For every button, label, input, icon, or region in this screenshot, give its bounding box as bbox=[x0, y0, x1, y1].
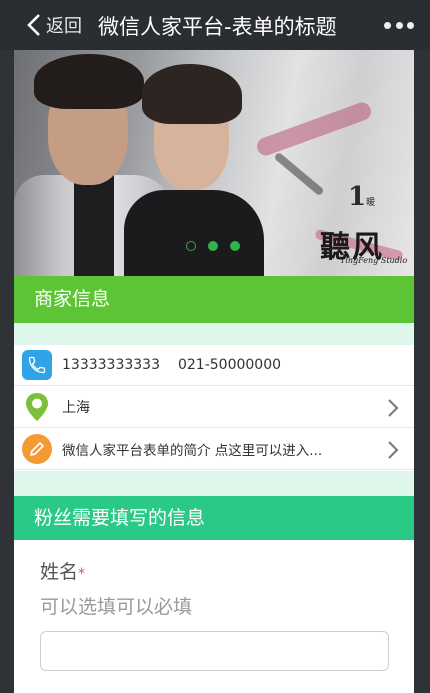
required-mark: * bbox=[78, 566, 86, 582]
carousel-dot[interactable] bbox=[186, 241, 196, 251]
banner-carousel[interactable]: 1暖 聽风 TingFeng Studio bbox=[14, 50, 414, 276]
phone-row[interactable]: 13333333333 021-50000000 bbox=[14, 345, 414, 386]
banner-figure bbox=[34, 54, 144, 109]
phone-icon bbox=[22, 350, 52, 380]
fans-info-header: 粉丝需要填写的信息 bbox=[14, 496, 414, 540]
chevron-left-icon bbox=[27, 14, 40, 36]
carousel-dot-active[interactable] bbox=[208, 241, 218, 251]
studio-subtitle: TingFeng Studio bbox=[340, 256, 408, 265]
location-text: 上海 bbox=[62, 400, 90, 416]
shop-info-header: 商家信息 bbox=[14, 276, 414, 323]
chevron-right-icon bbox=[388, 441, 399, 459]
banner-figure bbox=[142, 64, 242, 124]
name-input[interactable] bbox=[40, 631, 389, 671]
page-frame: 1暖 聽风 TingFeng Studio 商家信息 13333333333 0… bbox=[14, 0, 414, 693]
more-dots-icon bbox=[384, 21, 391, 29]
section-spacer bbox=[14, 323, 414, 345]
more-button[interactable] bbox=[384, 14, 414, 36]
top-navbar: 返回 微信人家平台-表单的标题 bbox=[0, 0, 430, 50]
banner-decoration bbox=[273, 151, 325, 197]
name-field-hint: 可以选填可以必填 bbox=[40, 596, 193, 618]
location-row[interactable]: 上海 bbox=[14, 387, 414, 428]
phone-landline[interactable]: 021-50000000 bbox=[178, 357, 281, 373]
page-title: 微信人家平台-表单的标题 bbox=[98, 15, 337, 39]
banner-figure bbox=[74, 175, 114, 276]
carousel-dots bbox=[186, 241, 240, 251]
intro-row[interactable]: 微信人家平台表单的简介 点这里可以进入... bbox=[14, 429, 414, 470]
intro-text: 微信人家平台表单的简介 点这里可以进入... bbox=[62, 443, 323, 459]
back-label: 返回 bbox=[46, 16, 82, 37]
more-dots-icon bbox=[395, 21, 403, 29]
banner-figure bbox=[124, 190, 264, 276]
banner-decoration bbox=[254, 100, 374, 158]
map-pin-icon bbox=[22, 392, 52, 422]
studio-number: 1暖 bbox=[348, 182, 376, 212]
pencil-icon bbox=[22, 434, 52, 464]
carousel-dot[interactable] bbox=[230, 241, 240, 251]
chevron-right-icon bbox=[388, 399, 399, 417]
more-dots-icon bbox=[407, 21, 414, 29]
name-field-label: 姓名* bbox=[40, 561, 86, 583]
phone-mobile[interactable]: 13333333333 bbox=[62, 357, 160, 373]
section-spacer bbox=[14, 471, 414, 496]
back-button[interactable]: 返回 bbox=[26, 10, 82, 40]
